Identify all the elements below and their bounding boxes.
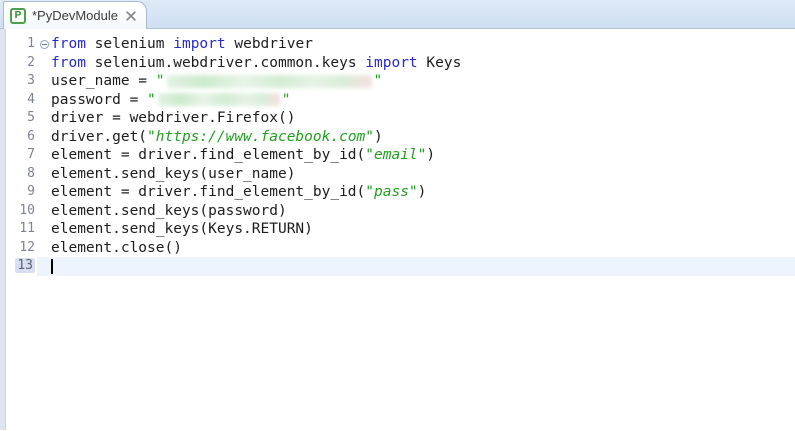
code-line[interactable]: user_name = " "	[37, 72, 795, 91]
code-token-plain: )	[426, 146, 435, 165]
code-line[interactable]: element = driver.find_element_by_id("ema…	[37, 146, 795, 165]
line-number: 1	[6, 35, 35, 54]
code-lines[interactable]: from selenium import webdriverfrom selen…	[37, 29, 795, 430]
code-token-plain: password =	[51, 91, 147, 110]
redacted-text	[158, 93, 280, 106]
fold-collapse-icon[interactable]	[37, 40, 51, 49]
code-line[interactable]: element.close()	[37, 239, 795, 258]
code-token-keyword: from	[51, 35, 86, 54]
code-line[interactable]: element = driver.find_element_by_id("pas…	[37, 183, 795, 202]
code-token-plain: driver.get(	[51, 128, 147, 147]
code-line[interactable]: from selenium import webdriver	[37, 35, 795, 54]
code-token-plain: element.close()	[51, 239, 182, 258]
code-token-plain: selenium	[86, 35, 173, 54]
code-token-plain: selenium.webdriver.common.keys	[86, 54, 365, 73]
code-token-plain: element.send_keys(Keys.RETURN)	[51, 220, 313, 239]
code-token-string: "	[147, 91, 156, 110]
line-number: 12	[6, 239, 35, 258]
line-number: 9	[6, 183, 35, 202]
code-token-plain: driver = webdriver.Firefox()	[51, 109, 295, 128]
text-cursor	[51, 259, 53, 274]
code-line[interactable]: element.send_keys(Keys.RETURN)	[37, 220, 795, 239]
code-line[interactable]: driver.get("https://www.facebook.com")	[37, 128, 795, 147]
code-line[interactable]: driver = webdriver.Firefox()	[37, 109, 795, 128]
code-token-keyword: from	[51, 54, 86, 73]
line-number: 4	[6, 91, 35, 110]
code-token-string: "https://www.facebook.com"	[147, 128, 374, 147]
line-number: 7	[6, 146, 35, 165]
tab-pydevmodule[interactable]: P *PyDevModule	[3, 1, 147, 29]
code-token-plain: webdriver	[226, 35, 313, 54]
code-token-keyword: import	[365, 54, 417, 73]
line-number: 8	[6, 165, 35, 184]
code-token-string: "	[282, 91, 291, 110]
code-token-plain: element.send_keys(password)	[51, 202, 287, 221]
code-token-plain: Keys	[418, 54, 462, 73]
tab-bar: P *PyDevModule	[0, 0, 795, 29]
line-number: 13	[6, 257, 35, 276]
code-token-string: "pass"	[365, 183, 417, 202]
code-token-plain: )	[374, 128, 383, 147]
line-number: 3	[6, 72, 35, 91]
line-number: 11	[6, 220, 35, 239]
code-token-string: "	[374, 72, 383, 91]
line-number: 5	[6, 109, 35, 128]
code-line[interactable]: element.send_keys(user_name)	[37, 165, 795, 184]
code-token-string: "	[156, 72, 165, 91]
line-number: 6	[6, 128, 35, 147]
tab-title: *PyDevModule	[32, 8, 118, 23]
gutter: 12345678910111213	[6, 29, 37, 430]
code-token-plain: element = driver.find_element_by_id(	[51, 183, 365, 202]
code-line[interactable]	[37, 257, 795, 276]
code-token-plain: element = driver.find_element_by_id(	[51, 146, 365, 165]
code-token-plain: element.send_keys(user_name)	[51, 165, 295, 184]
line-number: 2	[6, 54, 35, 73]
editor-window: P *PyDevModule 12345678910111213 from se…	[0, 0, 795, 430]
code-token-string: "email"	[365, 146, 426, 165]
code-editor[interactable]: 12345678910111213 from selenium import w…	[0, 29, 795, 430]
code-token-plain: )	[418, 183, 427, 202]
code-line[interactable]: password = " "	[37, 91, 795, 110]
code-line[interactable]: element.send_keys(password)	[37, 202, 795, 221]
redacted-text	[167, 75, 372, 88]
pydev-file-icon: P	[10, 8, 26, 24]
line-number: 10	[6, 202, 35, 221]
code-token-plain: user_name =	[51, 72, 156, 91]
code-line[interactable]: from selenium.webdriver.common.keys impo…	[37, 54, 795, 73]
close-icon[interactable]	[124, 9, 138, 23]
code-token-keyword: import	[173, 35, 225, 54]
